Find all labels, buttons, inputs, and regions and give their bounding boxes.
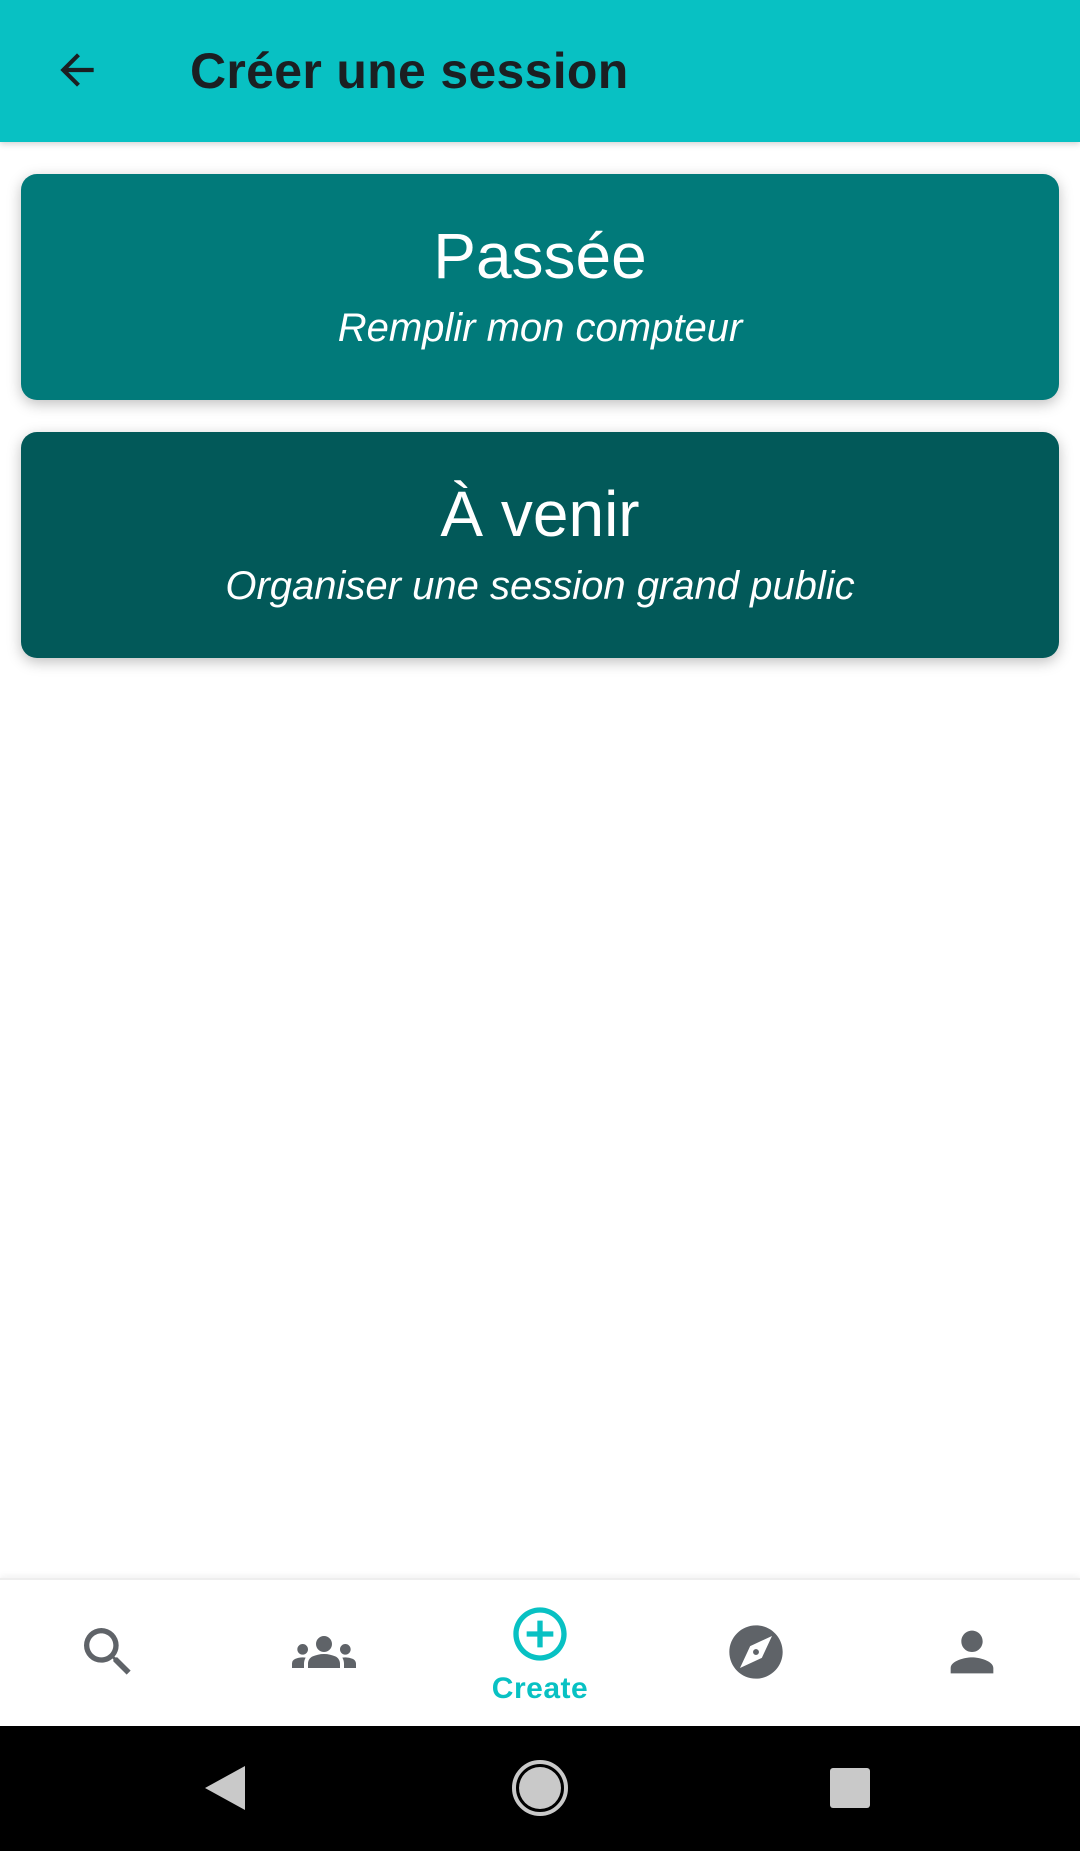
- home-circle-icon: [512, 1760, 568, 1816]
- system-recents-button[interactable]: [808, 1746, 892, 1830]
- upcoming-session-subtitle: Organiser une session grand public: [225, 564, 855, 608]
- nav-item-profile[interactable]: [864, 1580, 1080, 1728]
- system-back-button[interactable]: [183, 1746, 267, 1830]
- recents-square-icon: [830, 1768, 870, 1808]
- system-home-button[interactable]: [498, 1746, 582, 1830]
- past-session-card[interactable]: Passée Remplir mon compteur: [21, 174, 1059, 400]
- nav-item-groups[interactable]: [216, 1580, 432, 1728]
- upcoming-session-title: À venir: [440, 478, 640, 550]
- bottom-navigation: Create: [0, 1578, 1080, 1728]
- upcoming-session-card[interactable]: À venir Organiser une session grand publ…: [21, 432, 1059, 658]
- compass-icon: [729, 1625, 783, 1679]
- app-bar: Créer une session: [0, 0, 1080, 142]
- search-icon: [84, 1628, 131, 1675]
- page-title: Créer une session: [190, 43, 629, 99]
- system-navigation-bar: [0, 1726, 1080, 1851]
- screen: Créer une session Passée Remplir mon com…: [0, 0, 1080, 1851]
- add-circle-icon: [513, 1607, 567, 1661]
- past-session-subtitle: Remplir mon compteur: [337, 306, 743, 350]
- arrow-back-icon: [60, 53, 94, 87]
- back-button[interactable]: [34, 27, 120, 113]
- past-session-title: Passée: [433, 220, 647, 292]
- nav-item-create[interactable]: Create: [432, 1580, 648, 1728]
- nav-label-create: Create: [491, 1672, 589, 1705]
- back-triangle-icon: [205, 1766, 245, 1810]
- group-icon: [292, 1636, 356, 1668]
- nav-item-search[interactable]: [0, 1580, 216, 1728]
- nav-item-explore[interactable]: [648, 1580, 864, 1728]
- person-icon: [950, 1630, 994, 1674]
